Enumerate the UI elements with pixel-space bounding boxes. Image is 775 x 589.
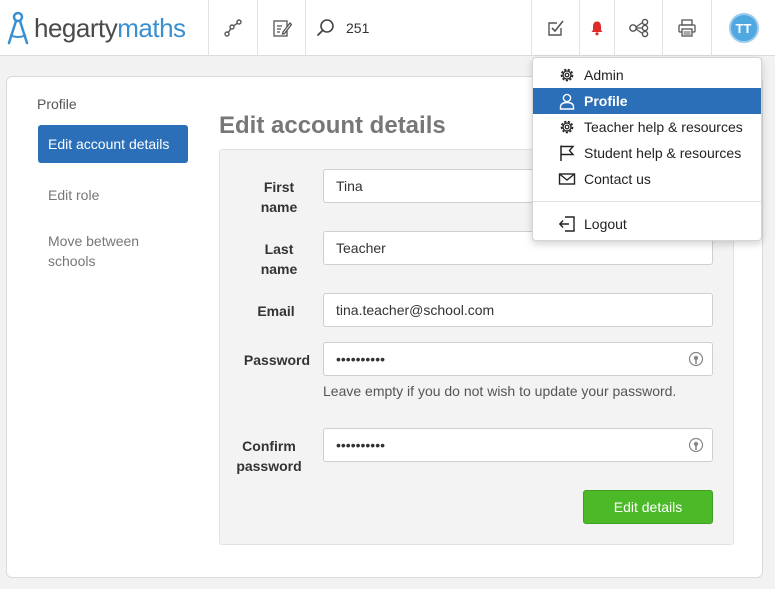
menu-item-contact-us[interactable]: Contact us [533,166,761,192]
top-bar: hegartymaths 251 TT [0,0,775,56]
printer-icon [678,19,696,37]
graph-nav-button[interactable] [208,0,257,56]
first-name-label: First name [260,179,298,215]
tasks-button[interactable] [531,0,579,56]
menu-item-label: Student help & resources [584,145,742,161]
search-box[interactable]: 251 [305,0,531,56]
edit-task-button[interactable] [257,0,305,56]
user-dropdown-menu: Admin Profile Teacher help & resources S… [532,57,762,241]
user-menu-button[interactable]: TT [711,0,775,56]
confirm-password-label: Confirm password [236,438,302,474]
flag-icon [560,145,575,161]
password-manager-icon[interactable] [688,351,704,367]
search-icon [317,19,334,36]
password-label: Password [243,352,311,368]
logo-text-part1: hegarty [34,12,118,43]
email-label: Email [257,303,295,319]
password-value: •••••••••• [336,351,386,367]
checkbox-icon [547,20,564,36]
hierarchy-button[interactable] [614,0,662,56]
menu-item-admin[interactable]: Admin [533,62,761,88]
menu-item-profile[interactable]: Profile [533,88,761,114]
password-hint: Leave empty if you do not wish to update… [323,383,677,399]
last-name-label: Last name [260,241,298,277]
menu-item-logout[interactable]: Logout [533,211,761,237]
confirm-password-value: •••••••••• [336,437,386,453]
notifications-button[interactable] [579,0,614,56]
menu-item-label: Admin [584,67,624,83]
search-input[interactable]: 251 [346,20,369,36]
menu-item-teacher-help[interactable]: Teacher help & resources [533,114,761,140]
logo-text: hegartymaths [34,13,186,44]
sidebar-title: Profile [37,96,77,112]
bell-icon [591,21,603,36]
gear-icon [560,120,574,134]
menu-item-student-help[interactable]: Student help & resources [533,140,761,166]
edit-details-button[interactable]: Edit details [583,490,713,524]
menu-divider [533,201,761,202]
avatar[interactable]: TT [728,13,759,43]
logout-icon [558,216,575,232]
menu-item-label: Teacher help & resources [584,119,743,135]
edit-list-icon [272,20,292,37]
logo-text-part2: maths [117,12,186,43]
password-field[interactable]: •••••••••• [323,342,713,376]
menu-item-label: Profile [584,93,628,109]
gear-icon [560,68,574,82]
compass-logo-icon [7,11,29,45]
sidebar-item-edit-role[interactable]: Edit role [38,185,188,205]
print-button[interactable] [662,0,711,56]
sidebar-item-move-between-schools[interactable]: Move between schools [38,231,168,271]
envelope-icon [558,173,576,185]
user-icon [559,93,575,110]
password-manager-icon[interactable] [688,437,704,453]
menu-item-label: Contact us [584,171,651,187]
menu-item-label: Logout [584,216,627,232]
confirm-password-field[interactable]: •••••••••• [323,428,713,462]
hierarchy-icon [628,18,648,38]
graph-icon [224,19,242,37]
email-field[interactable]: tina.teacher@school.com [323,293,713,327]
hegartymaths-logo[interactable]: hegartymaths [6,10,186,46]
sidebar-item-edit-account-details[interactable]: Edit account details [38,125,188,163]
page-title: Edit account details [219,112,446,139]
